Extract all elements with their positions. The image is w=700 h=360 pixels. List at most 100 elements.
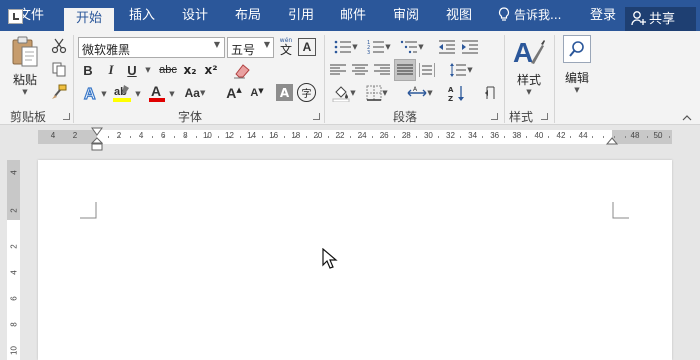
ruler-tick-label: 32	[446, 131, 455, 140]
align-center-button[interactable]	[351, 61, 369, 79]
paragraph-launcher-icon[interactable]	[491, 113, 498, 120]
copy-icon	[52, 62, 66, 77]
ruler-tick-mark	[284, 136, 285, 138]
horizontal-ruler[interactable]: 4224681012141618202224262830323436384042…	[38, 127, 672, 151]
ruler-tick-label: 26	[379, 131, 389, 140]
underline-button[interactable]: U	[124, 61, 140, 79]
ruler-tick-label: 4	[50, 131, 56, 140]
tab-design[interactable]: 设计	[173, 0, 217, 31]
distributed-button[interactable]	[418, 61, 436, 79]
font-name-select[interactable]: 微软雅黑 ▼	[78, 37, 225, 58]
ruler-tick-mark	[262, 136, 263, 138]
tab-view[interactable]: 视图	[437, 0, 481, 31]
font-size-select[interactable]: 五号 ▼	[227, 37, 274, 58]
phonetic-guide-button[interactable]: wén 文	[276, 36, 296, 58]
phonetic-guide-char: 文	[279, 43, 292, 57]
vertical-scrollbar[interactable]	[684, 155, 700, 360]
font-size-dropdown[interactable]: Aa ▼	[184, 83, 206, 103]
hanging-indent-marker[interactable]	[91, 137, 103, 151]
vertical-ruler[interactable]: 4 2 2 4 6 8 10	[7, 160, 20, 360]
numbering-button[interactable]: 123 ▼	[364, 38, 394, 56]
svg-text:3: 3	[367, 50, 370, 55]
styles-launcher-icon[interactable]	[541, 113, 548, 120]
tell-me-box[interactable]: 告诉我...	[498, 0, 561, 31]
tab-layout[interactable]: 布局	[226, 0, 270, 31]
chevron-down-icon: ▼	[382, 89, 388, 97]
format-painter-icon	[52, 84, 67, 99]
ruler-tick-mark	[339, 136, 340, 138]
ruler-tick-mark	[207, 136, 208, 138]
borders-button[interactable]: ▼	[362, 83, 392, 103]
clear-formatting-button[interactable]	[232, 60, 252, 80]
styles-button[interactable]: A 样式 ▼	[511, 35, 547, 101]
increase-indent-icon	[462, 40, 478, 54]
chinese-layout-button[interactable]: A ▼	[404, 83, 436, 103]
italic-button[interactable]: I	[103, 61, 119, 79]
multilevel-list-button[interactable]: ▼	[397, 38, 427, 56]
aa-label: Aa	[184, 86, 200, 100]
text-effects-button[interactable]: A	[80, 82, 100, 104]
shrink-font-button[interactable]: A ▼	[248, 82, 266, 104]
font-color-dropdown[interactable]: ▼	[167, 85, 177, 103]
ruler-tick-label: 4	[9, 270, 19, 275]
format-painter-button[interactable]	[50, 83, 68, 101]
tab-mailings[interactable]: 邮件	[331, 0, 375, 31]
share-button[interactable]: 共享	[625, 7, 696, 32]
first-line-indent-marker[interactable]	[91, 127, 103, 136]
cut-button[interactable]	[50, 37, 68, 55]
tab-insert[interactable]: 插入	[120, 0, 164, 31]
ruler-tick-mark	[526, 136, 527, 138]
align-left-button[interactable]	[329, 61, 347, 79]
bullets-button[interactable]: ▼	[331, 38, 361, 56]
right-indent-marker[interactable]	[606, 137, 618, 145]
ruler-tick-label: 44	[578, 131, 588, 140]
grow-font-button[interactable]: A ▲	[224, 82, 244, 104]
shading-button[interactable]: ▼	[329, 83, 359, 103]
font-color-button[interactable]: A	[147, 82, 167, 104]
group-divider	[554, 35, 555, 123]
document-page[interactable]	[38, 160, 672, 360]
character-shading-button[interactable]: A	[276, 84, 293, 101]
chevron-down-icon: ▼	[101, 90, 107, 98]
text-effects-dropdown[interactable]: ▼	[99, 85, 109, 103]
underline-dropdown[interactable]: ▼	[142, 61, 154, 79]
copy-button[interactable]	[50, 60, 68, 78]
enclose-characters-button[interactable]: 字	[297, 83, 316, 102]
ruler-tick-mark	[163, 136, 164, 138]
tab-home[interactable]: 开始	[64, 8, 114, 31]
tab-references[interactable]: 引用	[279, 0, 323, 31]
character-border-button[interactable]: A	[298, 38, 316, 56]
ruler-tick-mark	[229, 136, 230, 138]
decrease-indent-button[interactable]	[437, 38, 457, 56]
superscript-button[interactable]: x²	[202, 61, 220, 79]
strikethrough-button[interactable]: abc	[157, 61, 179, 79]
grow-font-label: A	[226, 85, 237, 101]
subscript-button[interactable]: x₂	[181, 61, 199, 79]
tab-stop-selector[interactable]	[8, 9, 23, 24]
show-paragraph-marks-button[interactable]	[480, 83, 498, 103]
sign-in-link[interactable]: 登录	[590, 0, 616, 31]
ruler-tick-mark	[482, 136, 483, 138]
ruler-tick-mark	[581, 136, 582, 138]
align-right-button[interactable]	[373, 61, 391, 79]
ruler-tick-label: 6	[9, 296, 19, 301]
justify-icon	[397, 64, 413, 75]
paste-button[interactable]: 粘贴 ▼	[8, 35, 42, 101]
clipboard-launcher-icon[interactable]	[63, 113, 70, 120]
align-left-icon	[330, 64, 346, 75]
font-launcher-icon[interactable]	[313, 113, 320, 120]
justify-button[interactable]	[394, 59, 416, 81]
ruler-tick-label: 10	[9, 346, 19, 355]
line-spacing-button[interactable]: ▼	[446, 61, 476, 79]
ruler-tick-mark	[394, 136, 395, 138]
highlight-dropdown[interactable]: ▼	[133, 85, 143, 103]
editing-button[interactable]: 编辑 ▼	[560, 35, 594, 101]
sort-button[interactable]: AZ	[447, 83, 467, 103]
ruler-tick-mark	[493, 136, 494, 138]
increase-indent-button[interactable]	[460, 38, 480, 56]
collapse-ribbon-button[interactable]	[680, 113, 694, 123]
bold-button[interactable]: B	[80, 61, 96, 79]
paint-bucket-icon	[332, 86, 350, 102]
tab-review[interactable]: 审阅	[384, 0, 428, 31]
highlight-button[interactable]: ab	[112, 82, 132, 104]
